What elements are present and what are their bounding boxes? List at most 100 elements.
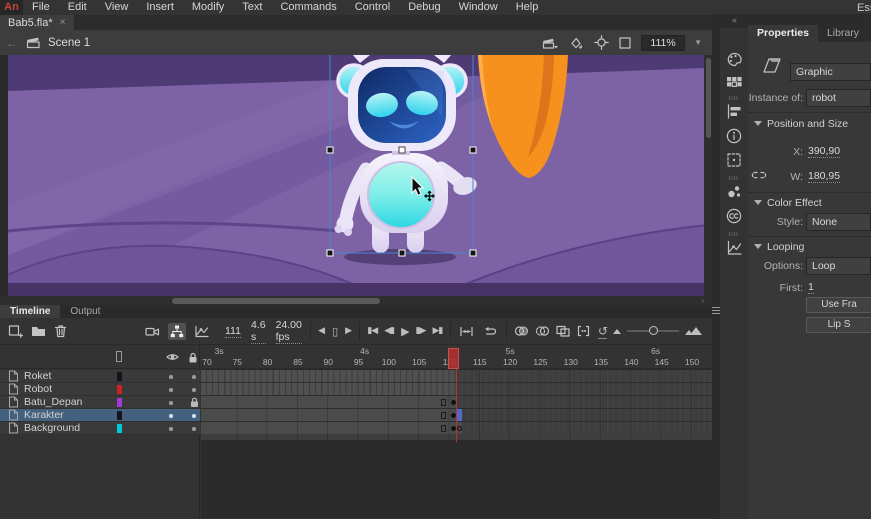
handle-mid-left[interactable]: [327, 147, 333, 153]
stage-canvas[interactable]: [8, 55, 704, 296]
transform-point[interactable]: [399, 147, 405, 153]
zoom-level-input[interactable]: 111%: [641, 35, 685, 51]
layer-parenting-button[interactable]: [168, 323, 186, 340]
frame-span[interactable]: [201, 422, 462, 434]
menu-item-window[interactable]: Window: [450, 0, 507, 15]
layer-visibility-dot[interactable]: [169, 401, 173, 405]
document-tab[interactable]: Bab5.fla* ×: [0, 15, 74, 30]
layer-row-batu_depan[interactable]: Batu_Depan: [0, 396, 200, 409]
camera-icon[interactable]: [145, 325, 160, 338]
first-frame-value[interactable]: 1: [808, 281, 814, 294]
handle-bottom-left[interactable]: [327, 250, 333, 256]
playhead-marker[interactable]: [448, 348, 459, 369]
menu-item-view[interactable]: View: [96, 0, 138, 15]
frame-span[interactable]: [201, 396, 456, 408]
handle-bottom-mid[interactable]: [399, 250, 405, 256]
scene-name[interactable]: Scene 1: [48, 37, 90, 49]
step-back-button[interactable]: ◀: [318, 326, 324, 336]
zoom-slider-knob[interactable]: [649, 326, 658, 335]
menu-item-insert[interactable]: Insert: [137, 0, 183, 15]
brush-library-panel-icon[interactable]: [726, 184, 743, 200]
layer-visibility-dot[interactable]: [169, 388, 173, 392]
layer-name[interactable]: Background: [24, 422, 80, 434]
layer-name[interactable]: Roket: [24, 370, 51, 382]
layer-lock-dot[interactable]: [192, 375, 196, 379]
frames-area[interactable]: 3s4s5s6s70758085909510010511011512012513…: [201, 345, 712, 518]
onion-skin-outline-icon[interactable]: [535, 325, 550, 337]
show-hide-eye-icon[interactable]: [166, 352, 179, 362]
frame-rate-value[interactable]: 24.00 fps: [276, 319, 302, 344]
menu-item-debug[interactable]: Debug: [399, 0, 449, 15]
use-frame-picker-button[interactable]: Use Fra: [806, 297, 871, 313]
lock-column-icon[interactable]: [187, 352, 199, 363]
frame-span[interactable]: [201, 383, 456, 395]
edit-multiple-frames-icon[interactable]: [556, 325, 571, 337]
loop-options-dropdown[interactable]: Loop: [806, 257, 871, 275]
marker-range-icon[interactable]: [459, 325, 474, 338]
section-looping[interactable]: Looping: [754, 241, 804, 253]
stage-horizontal-scrollbar[interactable]: ›: [0, 296, 712, 305]
collapse-panels-icon[interactable]: «: [732, 15, 737, 25]
align-panel-icon[interactable]: [726, 104, 743, 119]
layer-locked-icon[interactable]: [189, 397, 200, 408]
instance-name-field[interactable]: robot: [806, 89, 871, 107]
menu-item-file[interactable]: File: [23, 0, 59, 15]
close-tab-icon[interactable]: ×: [60, 17, 66, 28]
lip-syncing-button[interactable]: Lip S: [806, 317, 871, 333]
tab-properties[interactable]: Properties: [748, 25, 818, 42]
stage-vertical-scrollbar[interactable]: [704, 55, 712, 296]
layer-row-robot[interactable]: Robot: [0, 383, 200, 396]
step-forward-button[interactable]: ▶: [345, 326, 351, 336]
handle-mid-right[interactable]: [470, 147, 476, 153]
tab-output[interactable]: Output: [60, 305, 110, 318]
play-button[interactable]: ▶: [401, 325, 408, 338]
layer-name[interactable]: Karakter: [24, 409, 64, 421]
layer-visibility-dot[interactable]: [169, 375, 173, 379]
w-value[interactable]: 180,95: [808, 170, 840, 183]
layer-lock-dot[interactable]: [192, 427, 196, 431]
menu-item-commands[interactable]: Commands: [271, 0, 345, 15]
layer-row-background[interactable]: Background: [0, 422, 200, 435]
zoom-out-frames-icon[interactable]: [613, 329, 621, 334]
last-frame-button[interactable]: ▶▮: [432, 326, 442, 336]
clip-content-icon[interactable]: [618, 36, 632, 50]
color-panel-icon[interactable]: [726, 52, 743, 67]
section-position-size[interactable]: Position and Size: [754, 118, 848, 130]
first-frame-button[interactable]: ▮◀: [367, 326, 377, 336]
back-arrow-icon[interactable]: ←: [0, 36, 26, 50]
edit-scene-icon[interactable]: [542, 36, 559, 50]
modify-markers-icon[interactable]: [577, 325, 590, 337]
stage-viewport[interactable]: ›: [0, 55, 712, 305]
scroll-right-icon[interactable]: ›: [701, 296, 704, 305]
menu-item-control[interactable]: Control: [346, 0, 399, 15]
symbol-type-dropdown[interactable]: Graphic: [790, 63, 871, 81]
new-layer-icon[interactable]: [8, 324, 23, 338]
empty-keyframe-ring[interactable]: [457, 426, 462, 431]
transform-panel-icon[interactable]: [726, 152, 743, 168]
tab-library[interactable]: Library: [818, 25, 868, 42]
delete-layer-icon[interactable]: [54, 324, 67, 338]
layer-name[interactable]: Robot: [24, 383, 52, 395]
layer-row-karakter[interactable]: Karakter: [0, 409, 200, 422]
reset-timeline-zoom-icon[interactable]: ↺: [598, 324, 607, 339]
layer-lock-dot[interactable]: [192, 414, 196, 418]
frame-span[interactable]: [201, 370, 456, 382]
tab-timeline[interactable]: Timeline: [0, 305, 60, 318]
zoom-dropdown-icon[interactable]: ▼: [694, 38, 702, 47]
center-frame-icon[interactable]: [594, 35, 609, 50]
layer-visibility-dot[interactable]: [169, 427, 173, 431]
current-frame-value[interactable]: 111: [225, 325, 241, 338]
cc-libraries-panel-icon[interactable]: [726, 208, 743, 224]
menu-item-text[interactable]: Text: [233, 0, 271, 15]
handle-bottom-right[interactable]: [470, 250, 476, 256]
prev-frame-button[interactable]: ◀▮: [384, 326, 394, 336]
layer-name[interactable]: Batu_Depan: [24, 396, 82, 408]
history-panel-icon[interactable]: [726, 240, 743, 256]
fill-color-icon[interactable]: [568, 36, 585, 50]
section-color-effect[interactable]: Color Effect: [754, 197, 822, 209]
menu-item-modify[interactable]: Modify: [183, 0, 233, 15]
menu-item-edit[interactable]: Edit: [59, 0, 96, 15]
timeline-zoom-slider[interactable]: [627, 330, 679, 332]
layer-lock-dot[interactable]: [192, 388, 196, 392]
info-panel-icon[interactable]: [726, 128, 743, 144]
